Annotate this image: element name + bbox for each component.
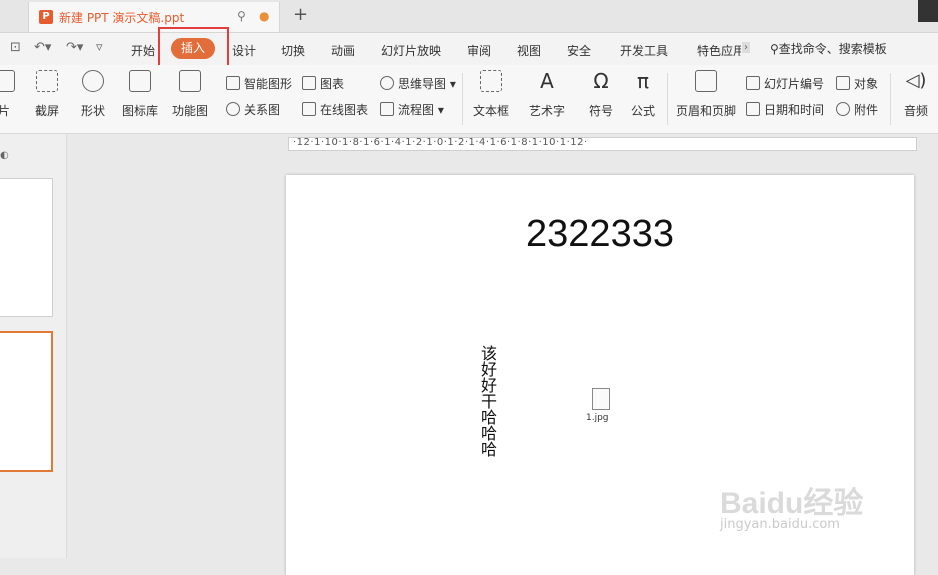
- shapes-button[interactable]: 形状: [76, 70, 110, 119]
- flowchart-button[interactable]: 流程图 ▾: [380, 101, 444, 118]
- ribbon-divider: [890, 73, 891, 125]
- undo-icon[interactable]: ↶▾: [34, 40, 51, 55]
- ribbon-divider: [667, 73, 668, 125]
- horizontal-ruler: ·12·1·10·1·8·1·6·1·4·1·2·1·0·1·2·1·4·1·6…: [288, 137, 917, 151]
- menu-home[interactable]: 开始: [131, 42, 155, 59]
- relation-chart-icon: [226, 102, 240, 116]
- speaker-icon: ◁): [905, 70, 927, 91]
- baidu-watermark-url: jingyan.baidu.com: [720, 517, 840, 532]
- window-control-area: [918, 0, 938, 22]
- document-title: 新建 PPT 演示文稿.ppt: [59, 11, 185, 25]
- smart-graphic-button[interactable]: 智能图形: [226, 75, 292, 92]
- menu-developer[interactable]: 开发工具: [620, 42, 668, 59]
- screenshot-button[interactable]: 截屏: [30, 70, 64, 119]
- symbol-button[interactable]: Ω 符号: [584, 70, 618, 119]
- paperclip-icon: [836, 102, 850, 116]
- slide-thumbnail[interactable]: [0, 178, 53, 317]
- mind-map-icon: [380, 76, 394, 90]
- slide-thumbnail-selected[interactable]: [0, 331, 53, 472]
- online-chart-button[interactable]: 在线图表: [302, 101, 368, 118]
- pane-toggle-icon[interactable]: ◐: [0, 150, 9, 161]
- slide-number-icon: [746, 76, 760, 90]
- ribbon-divider: [462, 73, 463, 125]
- pi-icon: π: [636, 69, 650, 93]
- unsaved-dot-icon: ●: [259, 9, 270, 23]
- omega-icon: Ω: [593, 69, 609, 93]
- object-button[interactable]: 对象: [836, 75, 878, 92]
- search-placeholder: 查找命令、搜索模板: [778, 42, 887, 56]
- mind-map-button[interactable]: 思维导图 ▾: [380, 75, 456, 92]
- online-chart-icon: [302, 102, 316, 116]
- calendar-icon: [746, 102, 760, 116]
- wordart-button[interactable]: A 艺术字: [524, 70, 570, 119]
- dropdown-arrow-icon: ▾: [446, 77, 456, 91]
- wordart-icon: A: [540, 69, 554, 93]
- smart-graphic-icon: [226, 76, 240, 90]
- textbox-button[interactable]: 文本框: [468, 70, 514, 119]
- menu-design[interactable]: 设计: [232, 42, 256, 59]
- vertical-text-box[interactable]: 该好好干哈哈哈: [476, 345, 497, 457]
- more-chevron-icon[interactable]: ›: [742, 42, 750, 53]
- slide-number-button[interactable]: 幻灯片编号: [746, 75, 824, 92]
- menu-transition[interactable]: 切换: [281, 42, 305, 59]
- flowchart-icon: [380, 102, 394, 116]
- audio-button[interactable]: ◁) 音频: [896, 70, 936, 119]
- search-icon: ⚲: [770, 42, 779, 56]
- relation-chart-button[interactable]: 关系图: [226, 101, 280, 118]
- chart-icon: [302, 76, 316, 90]
- customize-icon[interactable]: ▿: [96, 40, 103, 55]
- ribbon-toolbar: 片 截屏 形状 图标库 功能图 智能图形 图表 关系图 在线图表 思维导图 ▾ …: [0, 65, 938, 134]
- menu-view[interactable]: 视图: [517, 42, 541, 59]
- header-footer-icon: [695, 70, 717, 92]
- shapes-icon: [82, 70, 104, 92]
- ruler-labels: ·12·1·10·1·8·1·6·1·4·1·2·1·0·1·2·1·4·1·6…: [293, 137, 588, 148]
- preview-icon[interactable]: ⊡: [10, 40, 21, 55]
- slide-thumbnail-pane: ◐: [0, 134, 67, 558]
- redo-icon[interactable]: ↷▾: [66, 40, 83, 55]
- formula-button[interactable]: π 公式: [628, 70, 658, 119]
- menu-slideshow[interactable]: 幻灯片放映: [381, 42, 441, 59]
- screenshot-icon: [36, 70, 58, 92]
- icon-library-icon: [129, 70, 151, 92]
- menu-animation[interactable]: 动画: [331, 42, 355, 59]
- menu-bar: ⊡ ↶▾ ↷▾ ▿ 开始 插入 设计 切换 动画 幻灯片放映 审阅 视图 安全 …: [0, 33, 938, 65]
- menu-security[interactable]: 安全: [567, 42, 591, 59]
- command-search[interactable]: ⚲查找命令、搜索模板: [770, 40, 887, 57]
- picture-button[interactable]: 片: [0, 70, 16, 119]
- menu-special-apps[interactable]: 特色应用: [697, 42, 741, 59]
- pin-icon[interactable]: ⚲: [237, 9, 246, 23]
- tab-bar: P 新建 PPT 演示文稿.ppt ⚲ ● +: [0, 0, 938, 33]
- function-chart-button[interactable]: 功能图: [168, 70, 212, 119]
- chart-button[interactable]: 图表: [302, 75, 344, 92]
- object-icon: [836, 76, 850, 90]
- image-file-icon[interactable]: [592, 388, 610, 410]
- slide-title-text[interactable]: 2322333: [286, 213, 914, 256]
- picture-icon: [0, 70, 15, 92]
- baidu-watermark: Baidu经验: [720, 487, 864, 520]
- function-chart-icon: [179, 70, 201, 92]
- date-time-button[interactable]: 日期和时间: [746, 101, 824, 118]
- attachment-button[interactable]: 附件: [836, 101, 878, 118]
- document-tab[interactable]: P 新建 PPT 演示文稿.ppt ⚲ ●: [28, 2, 280, 32]
- dropdown-arrow-icon: ▾: [434, 103, 444, 117]
- add-tab-button[interactable]: +: [293, 4, 308, 25]
- textbox-icon: [480, 70, 502, 92]
- ppt-file-icon: P: [39, 10, 53, 24]
- image-file-label: 1.jpg: [586, 413, 609, 423]
- header-footer-button[interactable]: 页眉和页脚: [674, 70, 738, 119]
- menu-review[interactable]: 审阅: [467, 42, 491, 59]
- icon-library-button[interactable]: 图标库: [120, 70, 160, 119]
